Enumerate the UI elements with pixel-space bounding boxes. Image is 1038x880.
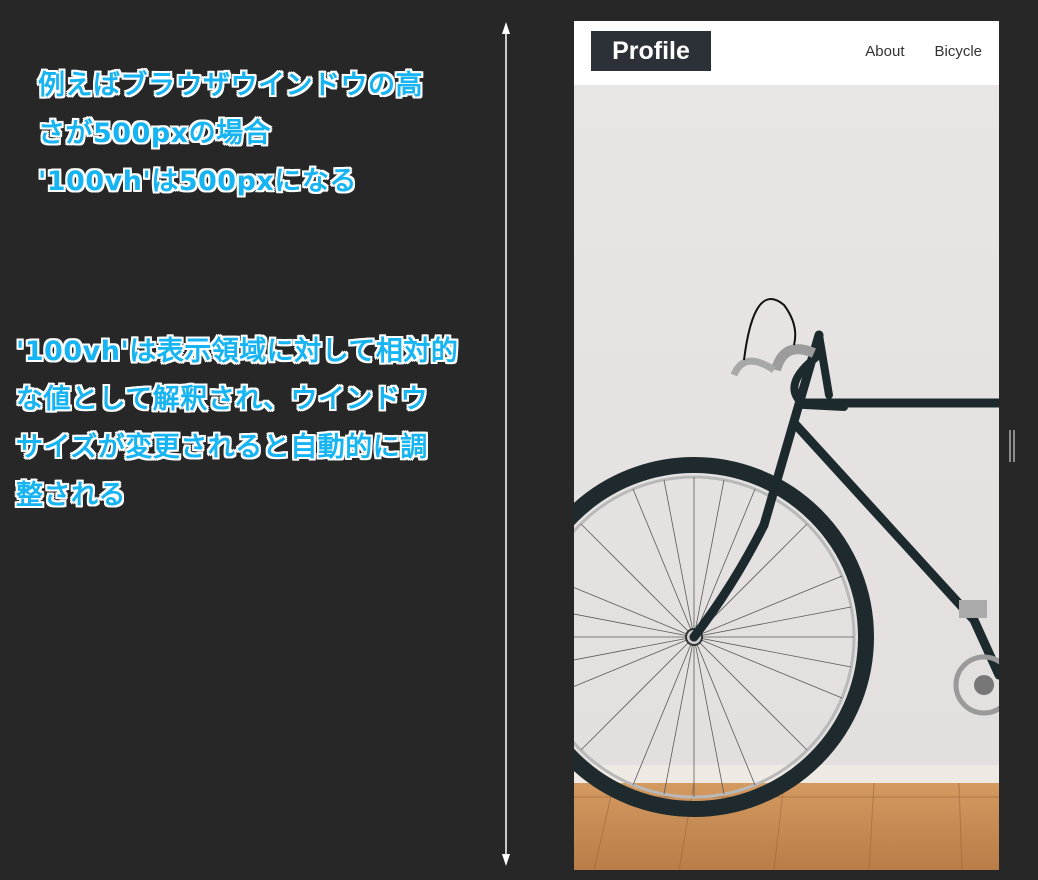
annotation-line: 整される	[16, 480, 126, 511]
double-arrow-vertical-icon	[502, 22, 510, 866]
annotation-line: 例えばブラウザウインドウの高	[38, 70, 423, 101]
annotation-line: さが500pxの場合	[38, 118, 272, 149]
site-nav: About Bicycle	[865, 43, 982, 60]
site-logo[interactable]: Profile	[591, 31, 711, 71]
site-header: Profile About Bicycle	[574, 21, 999, 85]
annotation-line: サイズが変更されると自動的に調	[16, 432, 428, 463]
annotation-line: '100vh'は500pxになる	[38, 166, 357, 197]
nav-link-bicycle[interactable]: Bicycle	[934, 43, 982, 60]
annotation-line: な値として解釈され、ウインドウ	[16, 384, 428, 415]
browser-viewport: Profile About Bicycle	[574, 21, 999, 870]
annotation-explanation: '100vh'は表示領域に対して相対的 な値として解釈され、ウインドウ サイズが…	[16, 328, 458, 520]
resize-handle-icon[interactable]	[1008, 428, 1016, 464]
annotation-line: '100vh'は表示領域に対して相対的	[16, 336, 459, 367]
nav-link-about[interactable]: About	[865, 43, 904, 60]
hero-bicycle-image	[574, 85, 999, 870]
tutorial-slide: 例えばブラウザウインドウの高 さが500pxの場合 '100vh'は500pxに…	[0, 0, 1038, 880]
annotation-example: 例えばブラウザウインドウの高 さが500pxの場合 '100vh'は500pxに…	[38, 62, 423, 206]
